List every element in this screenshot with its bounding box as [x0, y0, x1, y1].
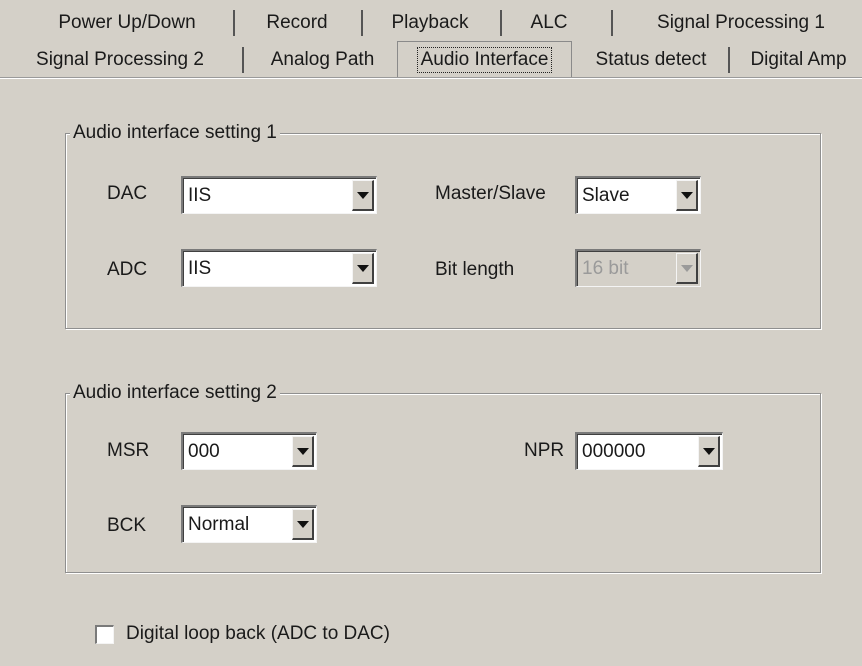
tab-record[interactable]: Record — [240, 8, 354, 38]
master-slave-dropdown[interactable]: Slave — [575, 176, 701, 214]
tab-analog-path[interactable]: Analog Path — [250, 45, 395, 75]
bck-dropdown[interactable]: Normal — [181, 505, 317, 543]
bit-length-dropdown: 16 bit — [575, 249, 701, 287]
tab-separator — [728, 47, 730, 73]
adc-label: ADC — [107, 259, 148, 280]
tab-separator — [233, 10, 235, 36]
adc-value: IIS — [188, 257, 212, 279]
tab-separator — [242, 47, 244, 73]
bit-length-value: 16 bit — [582, 257, 629, 279]
chevron-down-icon[interactable] — [352, 253, 374, 284]
tab-signal-processing-1[interactable]: Signal Processing 1 — [622, 8, 860, 38]
adc-dropdown[interactable]: IIS — [181, 249, 377, 287]
tab-separator — [611, 10, 613, 36]
tab-alc[interactable]: ALC — [505, 8, 593, 38]
panel-border-highlight — [0, 78, 862, 79]
bck-value: Normal — [188, 513, 250, 535]
digital-loop-back-label: Digital loop back (ADC to DAC) — [126, 623, 390, 644]
chevron-down-icon[interactable] — [352, 180, 374, 211]
tab-separator — [500, 10, 502, 36]
npr-value: 000000 — [582, 440, 646, 462]
dac-dropdown[interactable]: IIS — [181, 176, 377, 214]
dac-label: DAC — [107, 183, 148, 204]
tab-power-up-down[interactable]: Power Up/Down — [22, 8, 232, 38]
tab-playback[interactable]: Playback — [368, 8, 492, 38]
group-title: Audio interface setting 1 — [70, 121, 280, 145]
tab-separator — [361, 10, 363, 36]
msr-label: MSR — [107, 440, 150, 461]
npr-dropdown[interactable]: 000000 — [575, 432, 723, 470]
tab-digital-amp[interactable]: Digital Amp — [735, 45, 862, 75]
master-slave-value: Slave — [582, 184, 630, 206]
chevron-down-icon — [676, 253, 698, 284]
audio-interface-setting-1-group: Audio interface setting 1 — [65, 121, 821, 329]
bck-label: BCK — [107, 515, 147, 536]
chevron-down-icon[interactable] — [292, 509, 314, 540]
digital-loop-back-checkbox[interactable] — [95, 625, 114, 644]
npr-label: NPR — [524, 440, 565, 461]
tab-signal-processing-2[interactable]: Signal Processing 2 — [0, 45, 240, 75]
group-title: Audio interface setting 2 — [70, 381, 280, 405]
tab-status-detect[interactable]: Status detect — [576, 45, 726, 75]
chevron-down-icon[interactable] — [292, 436, 314, 467]
bit-length-label: Bit length — [435, 259, 515, 280]
dac-value: IIS — [188, 184, 212, 206]
msr-dropdown[interactable]: 000 — [181, 432, 317, 470]
chevron-down-icon[interactable] — [698, 436, 720, 467]
master-slave-label: Master/Slave — [435, 183, 546, 204]
msr-value: 000 — [188, 440, 220, 462]
tab-audio-interface[interactable]: Audio Interface — [397, 41, 572, 78]
chevron-down-icon[interactable] — [676, 180, 698, 211]
audio-interface-setting-2-group: Audio interface setting 2 — [65, 381, 821, 573]
